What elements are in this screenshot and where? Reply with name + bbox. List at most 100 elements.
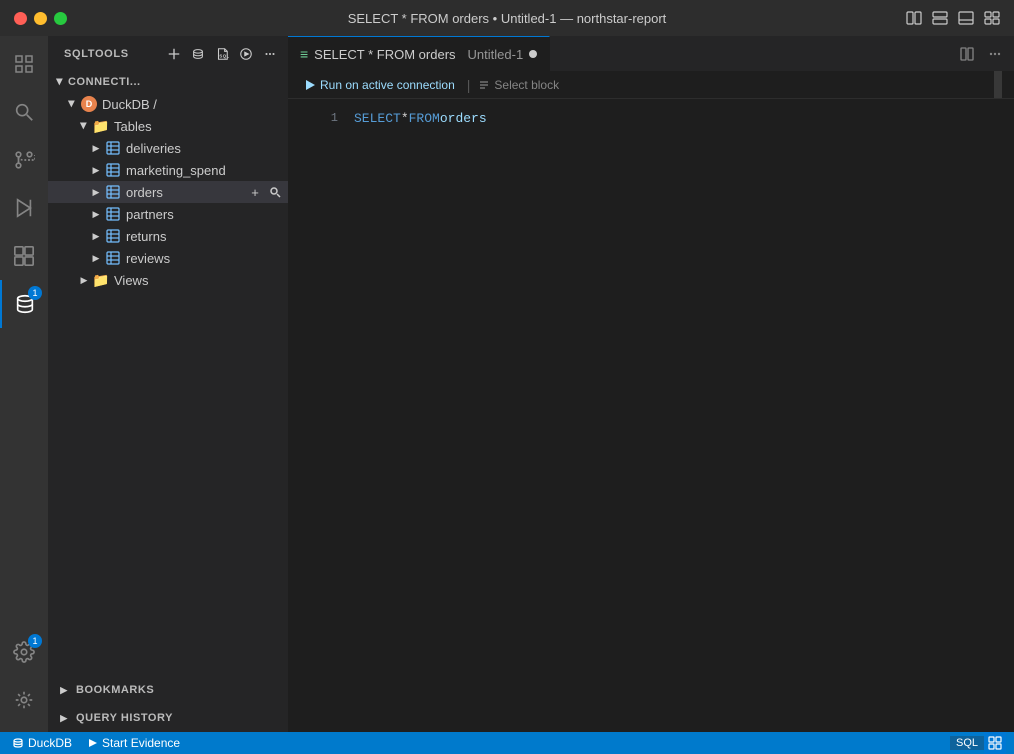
duckdb-icon: D [80,96,98,112]
sidebar-tree: ▶ CONNECTI... ▶ D DuckDB / ▶ 📁 Tables ▶ [48,71,288,676]
orders-arrow: ▶ [88,184,104,200]
more-actions-icon[interactable] [260,44,280,64]
sidebar: SQLTOOLS [48,36,288,732]
table-reviews[interactable]: ▶ reviews [48,247,288,269]
activity-explorer[interactable] [0,40,48,88]
editor-line-1: 1 SELECT * FROM orders [288,107,1014,129]
customize-layout-icon[interactable] [984,10,1000,26]
identifier-orders: orders [440,111,487,126]
table-marketing-spend[interactable]: ▶ marketing_spend [48,159,288,181]
table-orders[interactable]: ▶ orders + [48,181,288,203]
run-query-icon[interactable] [236,44,256,64]
tables-folder[interactable]: ▶ 📁 Tables [48,115,288,137]
status-right: SQL [950,732,1006,754]
split-editor-icon[interactable] [906,10,922,26]
marketing-spend-table-icon [104,162,122,178]
editor-content[interactable]: 1 SELECT * FROM orders [288,99,1014,732]
settings-badge: 1 [28,634,42,648]
editor-toolbar: Run on active connection | Select block [288,71,1014,99]
select-block-btn[interactable]: Select block [478,78,559,92]
new-sql-file-icon[interactable]: SQL [212,44,232,64]
duckdb-arrow: ▶ [64,96,80,112]
table-returns[interactable]: ▶ returns [48,225,288,247]
activity-run[interactable] [0,184,48,232]
operator-star: * [401,111,409,126]
deliveries-arrow: ▶ [88,140,104,156]
window-controls [14,12,67,25]
window-title: SELECT * FROM orders • Untitled-1 — nort… [348,11,667,26]
database-badge: 1 [28,286,42,300]
activity-bottom: 1 [0,628,48,724]
manage-connections-icon[interactable] [188,44,208,64]
views-label: Views [114,273,284,288]
panel-icon[interactable] [958,10,974,26]
tables-label: Tables [114,119,284,134]
partners-arrow: ▶ [88,206,104,222]
keyword-from: FROM [409,111,440,126]
sidebar-header-icons: SQL [164,44,280,64]
views-folder-icon: 📁 [92,272,110,288]
tab-bar-actions [948,36,1014,71]
marketing-spend-label: marketing_spend [126,163,284,178]
tab-bar: ≡ SELECT * FROM orders Untitled-1 [288,36,1014,71]
toolbar-separator: | [467,77,471,93]
close-button[interactable] [14,12,27,25]
deliveries-label: deliveries [126,141,284,156]
minimize-button[interactable] [34,12,47,25]
activity-database[interactable]: 1 [0,280,48,328]
activity-bar: 1 1 [0,36,48,732]
connections-section-header[interactable]: ▶ CONNECTI... [48,71,288,93]
tab-sql-icon: ≡ [300,46,308,62]
deliveries-table-icon [104,140,122,156]
duckdb-connection[interactable]: ▶ D DuckDB / [48,93,288,115]
returns-label: returns [126,229,284,244]
views-folder[interactable]: ▶ 📁 Views [48,269,288,291]
orders-actions: + [246,183,284,201]
code-line-1: SELECT * FROM orders [354,111,487,126]
orders-add-icon[interactable]: + [246,183,264,201]
sql-badge-label: SQL [956,737,978,749]
table-deliveries[interactable]: ▶ deliveries [48,137,288,159]
bookmarks-label: BOOKMARKS [76,684,154,696]
duckdb-status-label: DuckDB [28,736,72,750]
layout-icon[interactable] [932,10,948,26]
status-bar: DuckDB Start Evidence SQL [0,732,1014,754]
activity-settings[interactable]: 1 [0,628,48,676]
run-on-connection-btn[interactable]: Run on active connection [300,76,459,94]
split-editor-action[interactable] [956,43,978,65]
activity-source-control[interactable] [0,136,48,184]
query-history-label: QUERY HISTORY [76,712,173,724]
activity-extensions[interactable] [0,232,48,280]
duckdb-status-item[interactable]: DuckDB [8,732,76,754]
orders-label: orders [126,185,242,200]
editor-area: ≡ SELECT * FROM orders Untitled-1 [288,36,1014,732]
select-block-label: Select block [494,78,559,92]
extension-icon-badge[interactable] [984,732,1006,754]
line-number-1: 1 [308,111,338,125]
activity-search[interactable] [0,88,48,136]
start-evidence-item[interactable]: Start Evidence [84,732,184,754]
more-tab-actions[interactable] [984,43,1006,65]
titlebar: SELECT * FROM orders • Untitled-1 — nort… [0,0,1014,36]
titlebar-actions [906,10,1000,26]
main-layout: 1 1 SQL [0,36,1014,732]
orders-search-icon[interactable] [266,183,284,201]
connections-label: CONNECTI... [68,76,284,88]
new-connection-icon[interactable] [164,44,184,64]
table-partners[interactable]: ▶ partners [48,203,288,225]
sql-language-badge[interactable]: SQL [950,736,984,750]
tables-arrow: ▶ [76,118,92,134]
toolbar-scrollbar [994,71,1002,98]
activity-remote[interactable] [0,676,48,724]
query-history-section[interactable]: ▶ QUERY HISTORY [48,704,288,732]
bookmarks-section[interactable]: ▶ BOOKMARKS [48,676,288,704]
sidebar-header: SQLTOOLS [48,36,288,71]
tab-select-orders[interactable]: ≡ SELECT * FROM orders Untitled-1 [288,36,550,71]
orders-table-icon [104,184,122,200]
sidebar-bottom: ▶ BOOKMARKS ▶ QUERY HISTORY [48,676,288,732]
run-label: Run on active connection [320,78,455,92]
reviews-arrow: ▶ [88,250,104,266]
partners-table-icon [104,206,122,222]
partners-label: partners [126,207,284,222]
maximize-button[interactable] [54,12,67,25]
